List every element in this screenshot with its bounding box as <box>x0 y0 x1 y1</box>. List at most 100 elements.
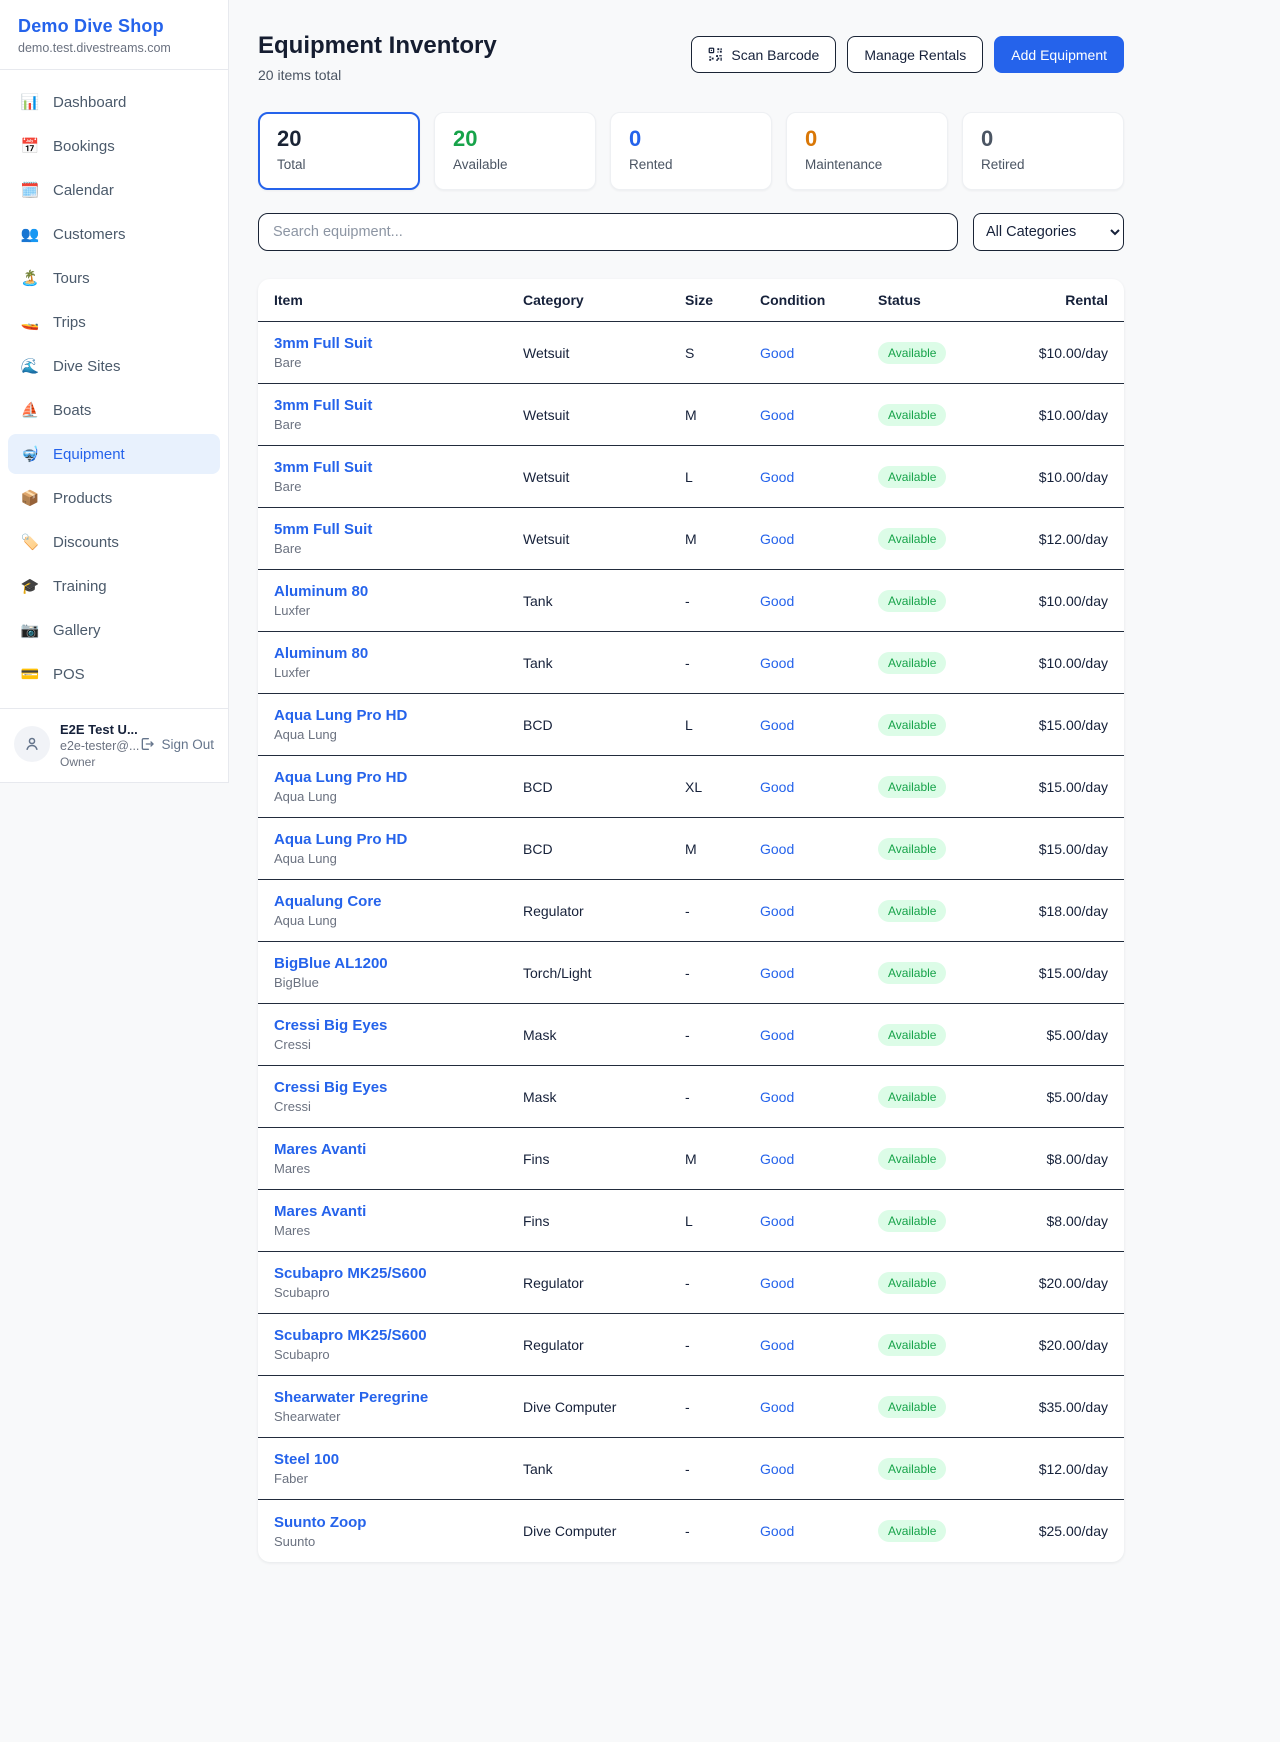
status-cell: Available <box>878 1334 1028 1356</box>
sidebar-item-tours[interactable]: 🏝️ Tours <box>8 258 220 298</box>
rental-cell: $20.00/day <box>1028 1275 1108 1291</box>
item-name-link[interactable]: BigBlue AL1200 <box>274 955 523 972</box>
item-name-link[interactable]: Aqualung Core <box>274 893 523 910</box>
item-name-link[interactable]: Cressi Big Eyes <box>274 1017 523 1034</box>
item-cell: Aqua Lung Pro HD Aqua Lung <box>274 831 523 866</box>
condition-cell: Good <box>760 407 878 423</box>
item-name-link[interactable]: Mares Avanti <box>274 1141 523 1158</box>
item-name-link[interactable]: 3mm Full Suit <box>274 397 523 414</box>
sidebar-item-discounts[interactable]: 🏷️ Discounts <box>8 522 220 562</box>
tours-icon: 🏝️ <box>20 269 40 287</box>
col-status: Status <box>878 292 1028 308</box>
rental-cell: $25.00/day <box>1028 1523 1108 1539</box>
item-name-link[interactable]: Suunto Zoop <box>274 1514 523 1531</box>
col-size: Size <box>685 292 760 308</box>
sidebar-item-label: Gallery <box>53 622 101 639</box>
item-name-link[interactable]: 3mm Full Suit <box>274 335 523 352</box>
table-row: Scubapro MK25/S600 Scubapro Regulator - … <box>258 1314 1124 1376</box>
rental-cell: $10.00/day <box>1028 407 1108 423</box>
item-name-link[interactable]: Aqua Lung Pro HD <box>274 769 523 786</box>
stat-card-available[interactable]: 20 Available <box>434 112 596 190</box>
item-brand: Cressi <box>274 1099 523 1114</box>
table-row: Shearwater Peregrine Shearwater Dive Com… <box>258 1376 1124 1438</box>
sidebar-item-label: Training <box>53 578 107 595</box>
condition-cell: Good <box>760 717 878 733</box>
size-cell: - <box>685 655 760 671</box>
user-box: E2E Test U... e2e-tester@... Owner Sign … <box>0 708 228 782</box>
item-name-link[interactable]: 3mm Full Suit <box>274 459 523 476</box>
item-name-link[interactable]: Aqua Lung Pro HD <box>274 831 523 848</box>
item-name-link[interactable]: 5mm Full Suit <box>274 521 523 538</box>
table-row: Aqua Lung Pro HD Aqua Lung BCD L Good Av… <box>258 694 1124 756</box>
item-name-link[interactable]: Aqua Lung Pro HD <box>274 707 523 724</box>
stat-card-total[interactable]: 20 Total <box>258 112 420 190</box>
table-row: Cressi Big Eyes Cressi Mask - Good Avail… <box>258 1066 1124 1128</box>
sidebar-item-equipment[interactable]: 🤿 Equipment <box>8 434 220 474</box>
gallery-icon: 📷 <box>20 621 40 639</box>
item-brand: Scubapro <box>274 1347 523 1362</box>
status-cell: Available <box>878 466 1028 488</box>
stat-card-rented[interactable]: 0 Rented <box>610 112 772 190</box>
sidebar-item-customers[interactable]: 👥 Customers <box>8 214 220 254</box>
brand-name[interactable]: Demo Dive Shop <box>18 16 210 37</box>
item-name-link[interactable]: Cressi Big Eyes <box>274 1079 523 1096</box>
status-cell: Available <box>878 404 1028 426</box>
status-cell: Available <box>878 528 1028 550</box>
item-brand: Luxfer <box>274 603 523 618</box>
sidebar-item-trips[interactable]: 🚤 Trips <box>8 302 220 342</box>
item-brand: Mares <box>274 1223 523 1238</box>
item-name-link[interactable]: Aluminum 80 <box>274 645 523 662</box>
equipment-table: Item Category Size Condition Status Rent… <box>258 279 1124 1562</box>
category-cell: Regulator <box>523 1275 685 1291</box>
item-cell: 3mm Full Suit Bare <box>274 397 523 432</box>
sign-out-button[interactable]: Sign Out <box>139 736 214 752</box>
item-brand: Faber <box>274 1471 523 1486</box>
category-cell: Fins <box>523 1213 685 1229</box>
condition-cell: Good <box>760 903 878 919</box>
add-equipment-button[interactable]: Add Equipment <box>994 36 1124 73</box>
size-cell: - <box>685 1399 760 1415</box>
col-item: Item <box>274 292 523 308</box>
condition-cell: Good <box>760 1399 878 1415</box>
rental-cell: $20.00/day <box>1028 1337 1108 1353</box>
manage-rentals-button[interactable]: Manage Rentals <box>847 36 983 73</box>
sidebar-item-pos[interactable]: 💳 POS <box>8 654 220 694</box>
status-badge: Available <box>878 466 946 488</box>
sidebar-item-products[interactable]: 📦 Products <box>8 478 220 518</box>
status-badge: Available <box>878 900 946 922</box>
category-select[interactable]: All Categories <box>973 213 1124 251</box>
sidebar-item-boats[interactable]: ⛵ Boats <box>8 390 220 430</box>
page-title: Equipment Inventory <box>258 32 497 60</box>
category-cell: Wetsuit <box>523 345 685 361</box>
sidebar-item-calendar[interactable]: 🗓️ Calendar <box>8 170 220 210</box>
stat-card-maintenance[interactable]: 0 Maintenance <box>786 112 948 190</box>
item-name-link[interactable]: Steel 100 <box>274 1451 523 1468</box>
category-cell: BCD <box>523 717 685 733</box>
sidebar-item-dive-sites[interactable]: 🌊 Dive Sites <box>8 346 220 386</box>
size-cell: M <box>685 841 760 857</box>
sidebar-item-label: Products <box>53 490 112 507</box>
stat-card-retired[interactable]: 0 Retired <box>962 112 1124 190</box>
size-cell: - <box>685 1089 760 1105</box>
category-cell: Wetsuit <box>523 469 685 485</box>
category-cell: Wetsuit <box>523 531 685 547</box>
status-badge: Available <box>878 1024 946 1046</box>
search-input[interactable] <box>258 213 958 251</box>
sidebar-item-bookings[interactable]: 📅 Bookings <box>8 126 220 166</box>
trips-icon: 🚤 <box>20 313 40 331</box>
item-name-link[interactable]: Mares Avanti <box>274 1203 523 1220</box>
item-name-link[interactable]: Scubapro MK25/S600 <box>274 1265 523 1282</box>
size-cell: M <box>685 531 760 547</box>
sidebar-item-training[interactable]: 🎓 Training <box>8 566 220 606</box>
item-name-link[interactable]: Scubapro MK25/S600 <box>274 1327 523 1344</box>
item-name-link[interactable]: Aluminum 80 <box>274 583 523 600</box>
status-badge: Available <box>878 528 946 550</box>
scan-barcode-button[interactable]: Scan Barcode <box>691 36 836 73</box>
status-cell: Available <box>878 1458 1028 1480</box>
sidebar-item-gallery[interactable]: 📷 Gallery <box>8 610 220 650</box>
equipment-icon: 🤿 <box>20 445 40 463</box>
category-cell: Mask <box>523 1027 685 1043</box>
item-brand: Mares <box>274 1161 523 1176</box>
sidebar-item-dashboard[interactable]: 📊 Dashboard <box>8 82 220 122</box>
item-name-link[interactable]: Shearwater Peregrine <box>274 1389 523 1406</box>
